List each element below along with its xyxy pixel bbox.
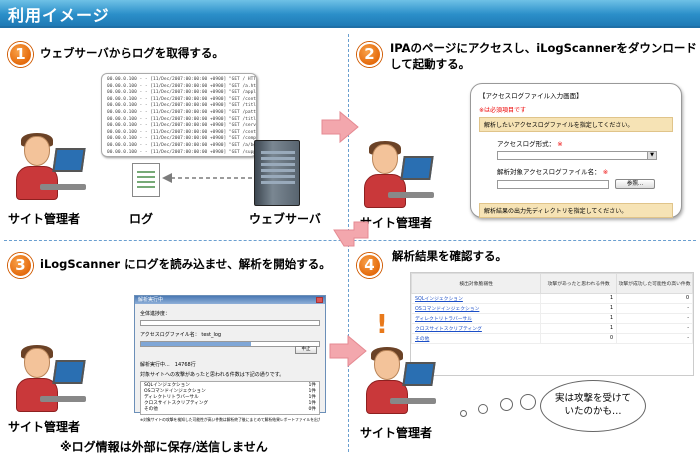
required-note: ※は必須項目です	[479, 107, 527, 114]
arrow-down-left-icon	[333, 221, 369, 247]
caption-admin-4: サイト管理者	[360, 426, 433, 440]
form-title: 【アクセスログファイル入力画面】	[479, 92, 583, 100]
step-1-badge: 1	[8, 42, 33, 67]
log-input-form-screen: 【アクセスログファイル入力画面】 ※は必須項目です 解析したいアクセスログファイ…	[470, 83, 682, 218]
caption-admin-1: サイト管理者	[8, 212, 81, 226]
file-name-row: アクセスログファイル名： test_log	[140, 332, 222, 338]
column-header: 検出対象脆弱性	[410, 273, 542, 294]
log-line: 00.00.0.100 - - [11/Dec/2007:00:00:00 +0…	[107, 109, 257, 115]
column-header: 攻撃があったと思われる件数	[540, 273, 618, 294]
summary-text: 対象サイトへの攻撃があったと思われる件数は下記の通りです。	[140, 372, 285, 378]
window-footer-note: ※対象サイトの攻撃を検知した可能性が高い件数は解析終了後にまとめて解析結果レポー…	[140, 417, 320, 422]
step-3-text: iLogScanner にログを読み込ませ、解析を開始する。	[40, 257, 331, 271]
cancel-button[interactable]: 中止	[295, 346, 317, 354]
window-title: 解析実行中	[135, 296, 325, 304]
vulnerability-link[interactable]: クロスサイトスクリプティング	[410, 323, 542, 334]
log-line: 00.00.0.100 - - [11/Dec/2007:00:00:00 +0…	[107, 90, 257, 96]
thought-bubble: 実は攻撃を受けて いたのかも…	[540, 380, 646, 432]
step-2-badge: 2	[357, 42, 382, 67]
format-select[interactable]: ▼	[497, 151, 657, 160]
table-row: SQLインジェクション 1 0	[410, 293, 693, 304]
thought-dot-icon	[500, 398, 513, 411]
overall-progress-label: 全体進捗度：	[140, 311, 171, 317]
header-rule	[0, 26, 700, 28]
log-line: 00.00.0.100 - - [11/Dec/2007:00:00:00 +0…	[107, 136, 257, 142]
step-1-text: ウェブサーバからログを取得する。	[40, 46, 224, 60]
log-line: 00.00.0.100 - - [11/Dec/2007:00:00:00 +0…	[107, 149, 256, 155]
list-item: その他 0件	[144, 407, 316, 412]
vulnerability-link[interactable]: SQLインジェクション	[410, 293, 542, 304]
thought-dot-icon	[460, 410, 467, 417]
instruction-bar: 解析したいアクセスログファイルを指定してください。	[479, 117, 673, 132]
step-3-badge: 3	[8, 253, 33, 278]
attack-count-list: SQLインジェクション 1件 OSコマンドインジェクション 1件 ディレクトリトラバ…	[140, 381, 320, 415]
close-icon[interactable]	[316, 297, 323, 303]
chevron-down-icon: ▼	[647, 152, 656, 159]
result-report: 検出対象脆弱性 攻撃があったと思われる件数 攻撃が成功した可能性の高い件数 SQ…	[410, 272, 694, 376]
log-line: 00.00.0.100 - - [11/Dec/2007:00:00:00 +0…	[107, 103, 257, 109]
table-row: ディレクトリトラバーサル 1 -	[410, 313, 693, 324]
step-4-text: 解析結果を確認する。	[392, 249, 507, 263]
page-title: 利用イメージ	[8, 6, 110, 25]
file-progress-bar	[140, 341, 320, 347]
step-2-text-line2: して起動する。	[390, 57, 471, 71]
thought-dot-icon	[520, 394, 536, 410]
privacy-note: ※ログ情報は外部に保存/送信しません	[60, 440, 268, 454]
browse-button[interactable]: 参照...	[615, 179, 655, 189]
caption-admin-3: サイト管理者	[8, 420, 81, 434]
output-instruction-bar: 解析結果の出力先ディレクトリを指定してください。	[479, 203, 673, 218]
server-to-log-arrow-icon	[162, 173, 252, 183]
admin-figure-1	[10, 133, 86, 206]
file-path-input[interactable]	[497, 179, 609, 189]
log-line: 00.00.0.100 - - [11/Dec/2007:00:00:00 +0…	[107, 142, 256, 148]
admin-figure-2	[358, 141, 434, 214]
caption-server: ウェブサーバ	[249, 212, 321, 226]
step-4-badge: 4	[357, 253, 382, 278]
analysis-progress-window: 解析実行中 全体進捗度： アクセスログファイル名： test_log 中止 解析…	[134, 295, 326, 422]
log-line: 00.00.0.100 - - [11/Dec/2007:00:00:00 +0…	[107, 77, 257, 82]
log-sheet: 00.00.0.100 - - [11/Dec/2007:00:00:00 +0…	[101, 73, 257, 157]
overall-progress-bar	[140, 320, 320, 326]
admin-figure-4	[360, 347, 436, 420]
caption-admin-2: サイト管理者	[360, 216, 433, 230]
column-header: 攻撃が成功した可能性の高い件数	[616, 273, 693, 294]
vulnerability-link[interactable]: その他	[410, 333, 542, 344]
format-label: アクセスログ形式： ※	[497, 140, 563, 148]
arrow-right-icon	[321, 110, 359, 144]
table-row: クロスサイトスクリプティング 1 -	[410, 323, 693, 334]
thought-dot-icon	[478, 404, 488, 414]
table-row: OSコマンドインジェクション 1 -	[410, 303, 693, 314]
caption-log: ログ	[129, 212, 154, 226]
result-table: 検出対象脆弱性 攻撃があったと思われる件数 攻撃が成功した可能性の高い件数 SQ…	[410, 273, 693, 344]
table-row: その他 0 -	[410, 333, 693, 344]
vulnerability-link[interactable]: OSコマンドインジェクション	[410, 303, 542, 314]
web-server-icon	[254, 140, 300, 206]
admin-figure-3	[10, 345, 86, 418]
lines-row: 解析実行中... 14768行	[140, 362, 196, 368]
step-2-text-line1: IPAのページにアクセスし、iLogScannerをダウンロード	[390, 41, 697, 55]
log-line: 00.00.0.100 - - [11/Dec/2007:00:00:00 +0…	[107, 123, 257, 129]
exclamation-icon: !	[376, 310, 388, 340]
file-label: 解析対象アクセスログファイル名： ※	[497, 168, 609, 176]
log-document-icon	[132, 163, 160, 197]
vulnerability-link[interactable]: ディレクトリトラバーサル	[410, 313, 542, 324]
